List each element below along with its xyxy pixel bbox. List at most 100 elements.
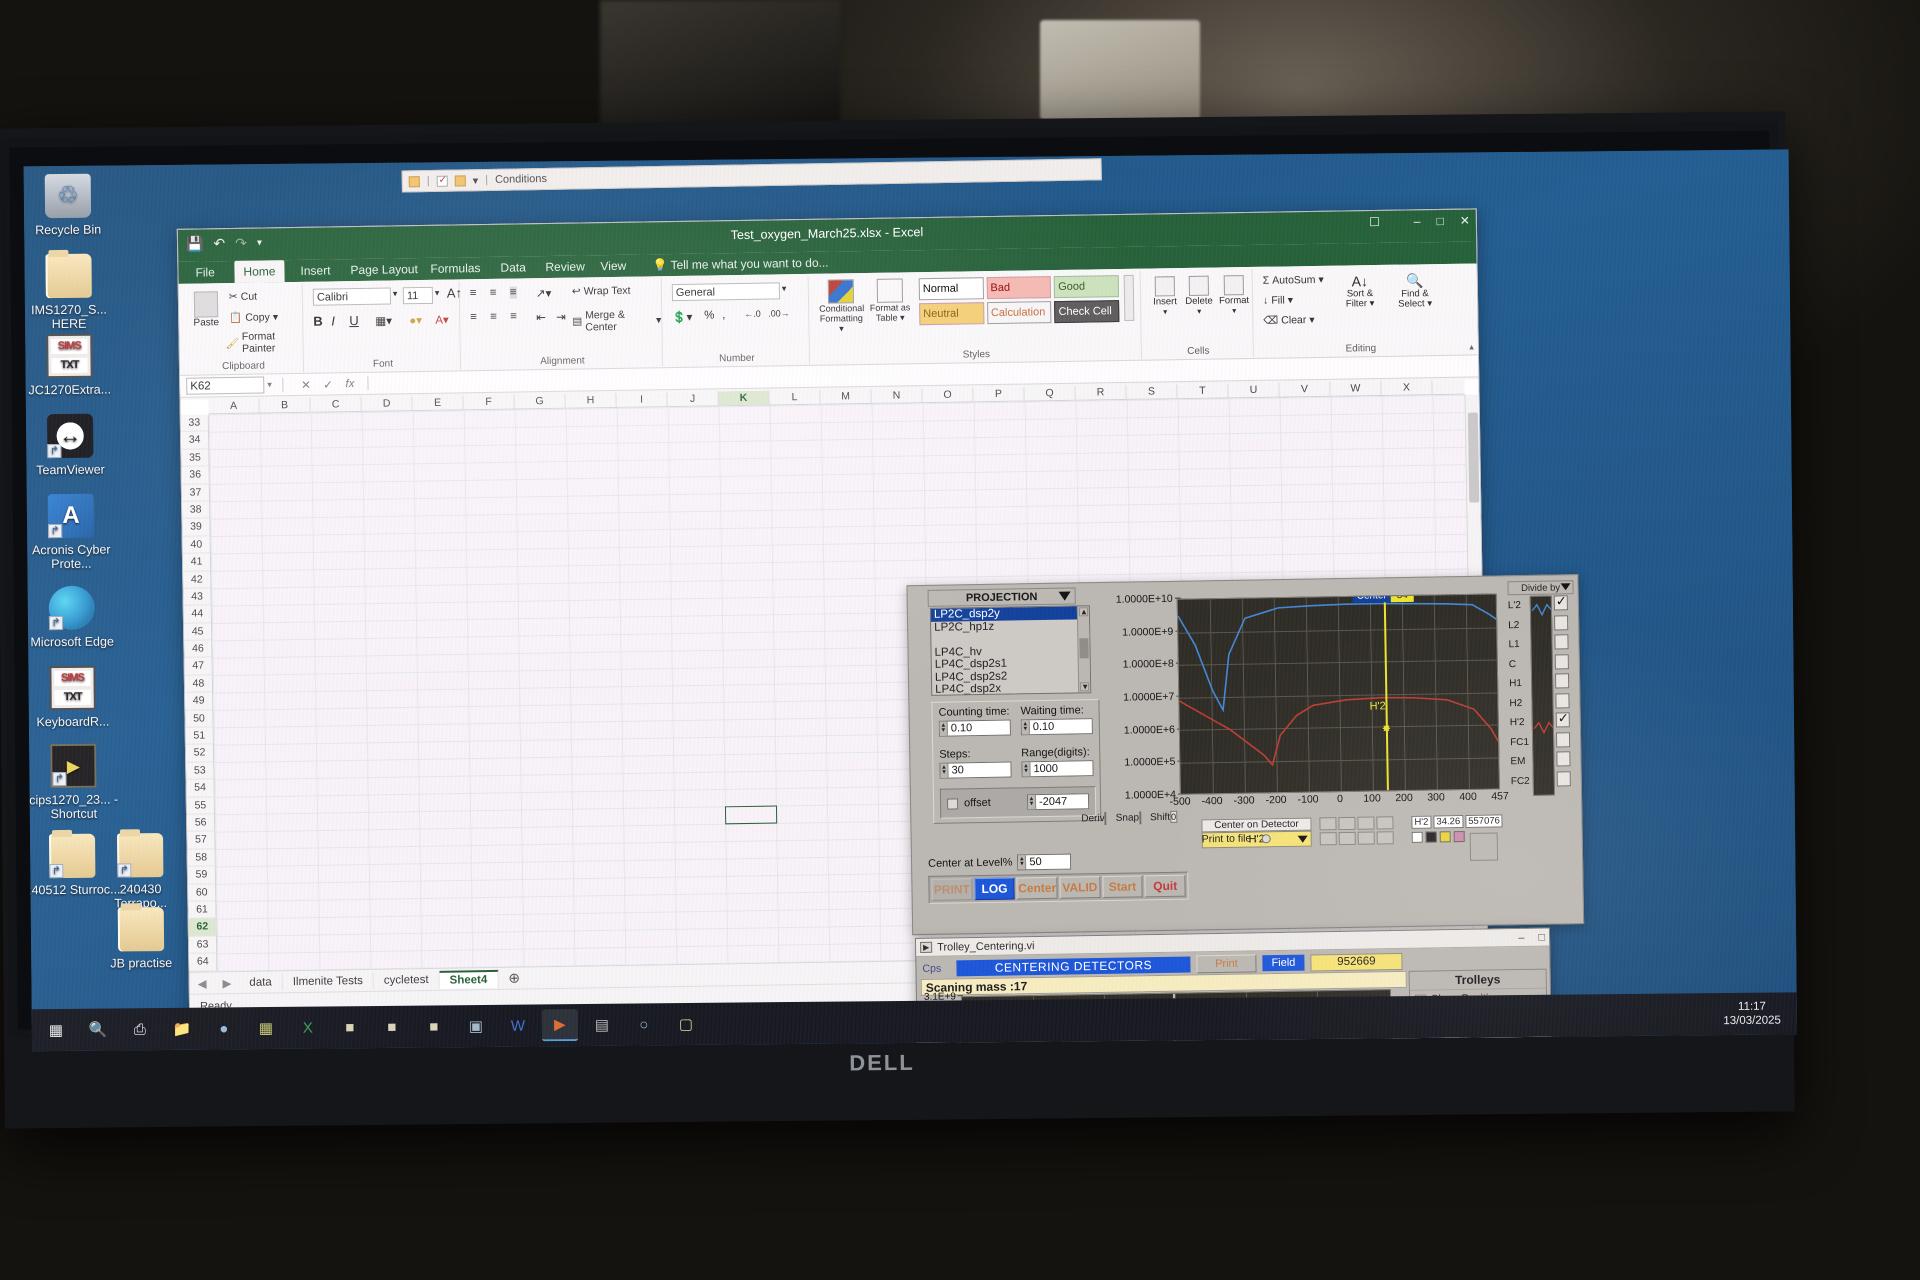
- minimize-button[interactable]: –: [1414, 214, 1421, 228]
- align-left-icon[interactable]: ≡: [470, 311, 477, 323]
- tab-home[interactable]: Home: [234, 260, 285, 283]
- excel-window-buttons[interactable]: ☐ – □ ✕: [1369, 214, 1470, 230]
- quit-button[interactable]: Quit: [1144, 874, 1186, 898]
- projection-combo[interactable]: PROJECTION: [927, 587, 1076, 607]
- underline-button[interactable]: U: [349, 313, 359, 328]
- range-digits-input[interactable]: ▲ ▼ 1000: [1021, 760, 1094, 778]
- delete-cells-button[interactable]: Delete ▾: [1183, 275, 1216, 316]
- desktop-icon-edge[interactable]: Microsoft Edge: [24, 585, 121, 649]
- align-middle-icon[interactable]: ≡: [490, 287, 497, 299]
- row-header-37[interactable]: 37: [181, 483, 210, 502]
- projection-list-scrollbar[interactable]: ▲ ▼: [1076, 606, 1091, 693]
- scrollbar-thumb[interactable]: [1467, 412, 1480, 503]
- ribbon-display-options-icon[interactable]: ☐: [1369, 215, 1380, 229]
- chevron-down-icon[interactable]: [1560, 583, 1571, 591]
- comma-icon[interactable]: ,: [722, 309, 725, 321]
- format-painter-button[interactable]: 🖌 Format Painter: [225, 330, 302, 355]
- autosum-button[interactable]: Σ AutoSum ▾: [1263, 274, 1324, 287]
- deriv-snap-shift-row[interactable]: Deriv Snap Shift0: [1081, 810, 1178, 825]
- scale-x-icon[interactable]: [1376, 816, 1394, 830]
- style-bad[interactable]: Bad: [986, 276, 1052, 300]
- checkbox[interactable]: [1104, 811, 1107, 825]
- spinner-icon[interactable]: ▲▼: [1027, 795, 1037, 810]
- column-header-H[interactable]: H: [565, 392, 617, 408]
- row-header-33[interactable]: 33: [180, 414, 209, 433]
- row-header-42[interactable]: 42: [183, 570, 211, 589]
- spinner-icon[interactable]: ▲▼: [939, 721, 948, 736]
- restore-button[interactable]: □: [1538, 931, 1545, 943]
- copy-button[interactable]: 📋 Copy ▾: [229, 310, 278, 324]
- tab-insert[interactable]: Insert: [291, 261, 339, 280]
- format-as-table-button[interactable]: Format as Table ▾: [869, 278, 912, 323]
- detector-checkbox-H2[interactable]: [1555, 692, 1570, 708]
- chat-icon[interactable]: ○: [626, 1008, 662, 1040]
- row-header-40[interactable]: 40: [182, 536, 210, 554]
- detector-name-field[interactable]: H'2: [1411, 815, 1432, 829]
- sheet-nav-prev-icon[interactable]: ◀: [190, 976, 215, 990]
- format-cells-button[interactable]: Format ▾: [1217, 275, 1252, 316]
- color-ramp-icon[interactable]: [1469, 832, 1499, 861]
- word-icon[interactable]: W: [500, 1009, 536, 1041]
- deriv-toggle[interactable]: Deriv: [1081, 811, 1107, 825]
- column-header-J[interactable]: J: [667, 391, 719, 407]
- style-check-cell[interactable]: Check Cell: [1054, 300, 1120, 324]
- column-header-A[interactable]: A: [208, 398, 260, 414]
- column-header-O[interactable]: O: [922, 387, 974, 403]
- wrap-text-button[interactable]: ↩ Wrap Text: [572, 285, 631, 298]
- detector-checkbox-L1[interactable]: [1554, 634, 1569, 650]
- column-header-R[interactable]: R: [1075, 384, 1127, 400]
- chevron-down-icon[interactable]: ▾: [1318, 274, 1323, 286]
- column-header-L[interactable]: L: [769, 389, 821, 405]
- detector-pos-field[interactable]: 34.26: [1433, 815, 1464, 829]
- detector-grid[interactable]: L'2 L2 L1 C H1 H2 H'2 FC1 EM FC2: [1508, 595, 1577, 796]
- detector-checkbox-C[interactable]: [1554, 653, 1569, 669]
- detector-panel[interactable]: Divide by L'2 L2 L1 C H1 H2 H'2 FC1 EM FC2: [1507, 580, 1577, 799]
- font-size-input[interactable]: 11: [402, 286, 434, 305]
- align-bottom-icon[interactable]: ≡: [509, 286, 517, 299]
- counting-time-input[interactable]: ▲ ▼ 0.10: [938, 719, 1011, 737]
- cancel-entry-icon[interactable]: ✕: [295, 377, 317, 391]
- scrollbar-thumb[interactable]: [1079, 638, 1089, 659]
- find-select-button[interactable]: 🔍 Find & Select ▾: [1387, 272, 1444, 310]
- active-app-icon[interactable]: ▶: [541, 1009, 579, 1042]
- clear-button[interactable]: ⌫ Clear ▾: [1263, 314, 1314, 327]
- snap-toggle[interactable]: Snap: [1116, 811, 1142, 825]
- sheet-tab-ilmenite-tests[interactable]: Ilmenite Tests: [282, 972, 374, 990]
- row-header-41[interactable]: 41: [182, 553, 211, 572]
- graph-palette[interactable]: [1319, 816, 1405, 847]
- restore-button[interactable]: □: [1436, 214, 1443, 228]
- align-right-icon[interactable]: ≡: [510, 311, 517, 323]
- column-header-Q[interactable]: Q: [1024, 385, 1076, 401]
- row-header-51[interactable]: 51: [185, 727, 213, 746]
- print-to-file-row[interactable]: Print to file :: [1202, 832, 1272, 845]
- scroll-up-icon[interactable]: ▲: [1078, 607, 1088, 617]
- style-neutral[interactable]: Neutral: [919, 302, 985, 326]
- black-swatch-icon[interactable]: [1425, 831, 1437, 843]
- steps-input[interactable]: ▲ ▼ 30: [939, 761, 1012, 779]
- row-header-36[interactable]: 36: [181, 466, 209, 485]
- column-header-P[interactable]: P: [973, 386, 1025, 402]
- taskbar-clock[interactable]: 11:17 13/03/2025: [1723, 999, 1791, 1028]
- close-button[interactable]: ✕: [1460, 214, 1470, 228]
- row-header-44[interactable]: 44: [183, 605, 212, 624]
- desktop-icon-acronis[interactable]: Acronis Cyber Prote...: [24, 493, 120, 571]
- tab-formulas[interactable]: Formulas: [421, 259, 489, 278]
- desktop-icon-jc1270extra[interactable]: SIMS TXT JC1270Extra...: [24, 333, 118, 397]
- grid-icon[interactable]: ▦: [248, 1012, 284, 1044]
- note-icon[interactable]: ▢: [668, 1008, 704, 1040]
- chevron-down-icon[interactable]: ▾: [435, 288, 440, 299]
- tell-me-box[interactable]: 💡 Tell me what you want to do...: [643, 253, 837, 274]
- field-button[interactable]: Field: [1262, 954, 1305, 972]
- trolley-row[interactable]: L1▲▼0: [1411, 1048, 1547, 1052]
- row-header-56[interactable]: 56: [187, 814, 215, 833]
- currency-icon[interactable]: 💲▾: [672, 310, 692, 324]
- print-to-file-radio[interactable]: [1262, 833, 1272, 843]
- zoom-tool-icon[interactable]: [1338, 816, 1356, 831]
- shift-toggle[interactable]: Shift0: [1150, 810, 1178, 823]
- row-header-57[interactable]: 57: [187, 831, 215, 850]
- labview-icon[interactable]: ■: [332, 1011, 368, 1043]
- zoom-out-icon[interactable]: [1338, 831, 1356, 846]
- tab-file[interactable]: File: [186, 263, 224, 282]
- minimize-button[interactable]: –: [1518, 931, 1524, 943]
- insert-function-icon[interactable]: fx: [339, 377, 361, 390]
